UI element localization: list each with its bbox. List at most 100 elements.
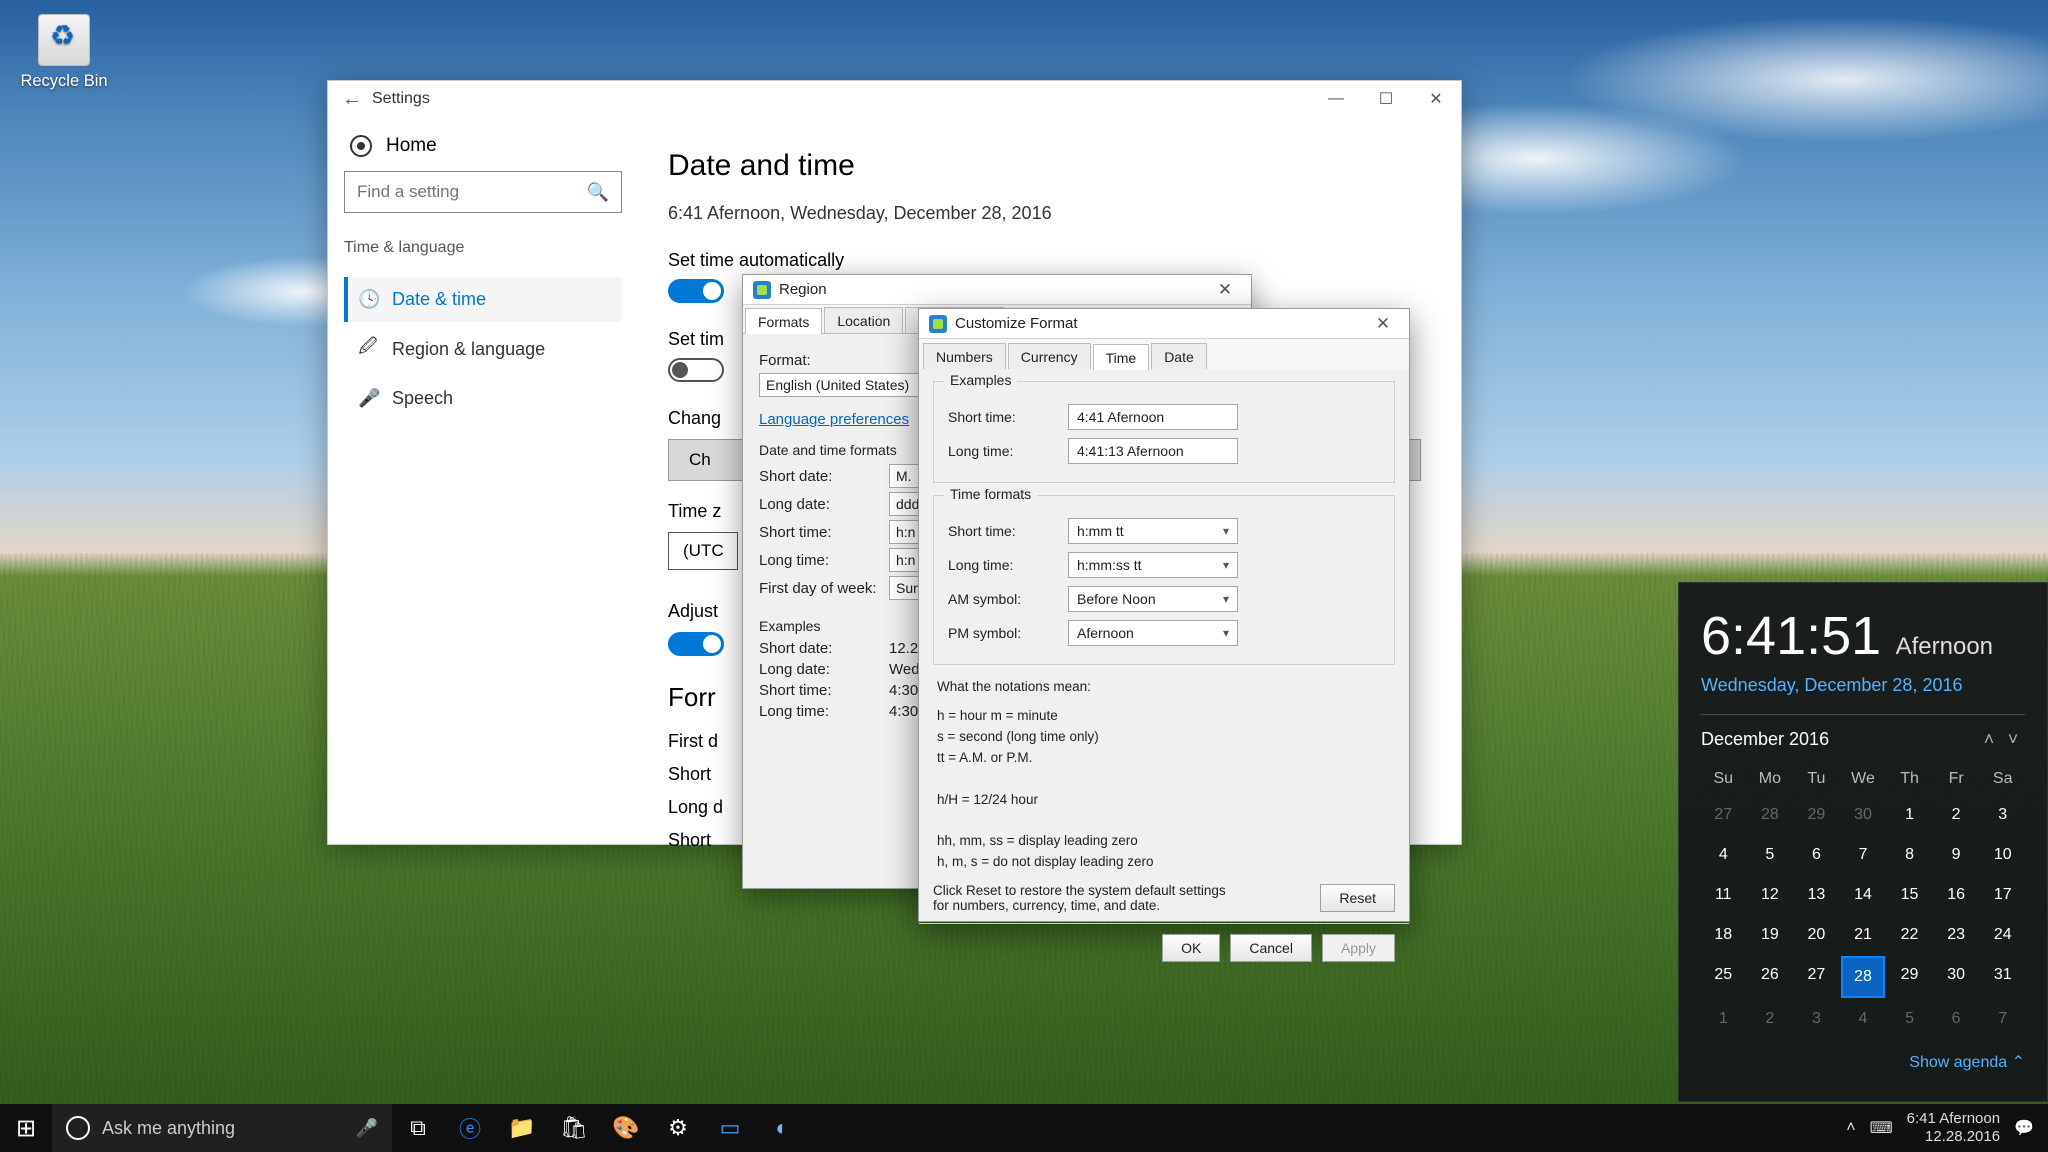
calendar-day[interactable]: 13 (1794, 876, 1839, 914)
calendar-day[interactable]: 30 (1841, 796, 1886, 834)
cortana-search[interactable]: Ask me anything 🎤 (52, 1104, 392, 1152)
start-button[interactable]: ⊞ (0, 1104, 52, 1152)
ok-button[interactable]: OK (1162, 934, 1220, 962)
chevron-up-icon[interactable]: ˄ (1977, 729, 2001, 750)
timeformats-fieldset: Time formats Short time:h:mm tt▾Long tim… (933, 495, 1395, 665)
calendar-day[interactable]: 26 (1748, 956, 1793, 998)
taskbar-clock[interactable]: 6:41 Afernoon 12.28.2016 (1907, 1110, 2000, 1146)
tab-currency[interactable]: Currency (1008, 343, 1091, 369)
calendar-day[interactable]: 3 (1794, 1000, 1839, 1038)
mic-icon[interactable]: 🎤 (356, 1118, 378, 1139)
apply-button[interactable]: Apply (1322, 934, 1395, 962)
calendar-day[interactable]: 3 (1980, 796, 2025, 834)
chevron-down-icon[interactable]: ˅ (2001, 729, 2025, 750)
app-icon[interactable]: ▭ (704, 1104, 756, 1152)
nav-date-time[interactable]: 🕓 Date & time (344, 277, 622, 322)
calendar-day[interactable]: 4 (1841, 1000, 1886, 1038)
calendar-day[interactable]: 14 (1841, 876, 1886, 914)
calendar-day[interactable]: 6 (1934, 1000, 1979, 1038)
format-combo[interactable]: h:mm:ss tt▾ (1068, 552, 1238, 578)
settings-titlebar[interactable]: ← Settings — ☐ ✕ (328, 81, 1461, 117)
calendar-day[interactable]: 10 (1980, 836, 2025, 874)
calendar-day[interactable]: 16 (1934, 876, 1979, 914)
minimize-button[interactable]: — (1311, 81, 1361, 117)
calendar-day[interactable]: 5 (1748, 836, 1793, 874)
system-tray[interactable]: ˄ ⌨ 6:41 Afernoon 12.28.2016 💬 (1832, 1110, 2048, 1146)
timezone-select[interactable]: (UTC (668, 532, 738, 570)
tab-formats[interactable]: Formats (745, 308, 822, 334)
calendar-day[interactable]: 12 (1748, 876, 1793, 914)
calendar-day[interactable]: 23 (1934, 916, 1979, 954)
task-view-button[interactable]: ⧉ (392, 1104, 444, 1152)
tab-date[interactable]: Date (1151, 343, 1207, 369)
calendar-day[interactable]: 15 (1887, 876, 1932, 914)
calendar-day[interactable]: 22 (1887, 916, 1932, 954)
calendar-day[interactable]: 1 (1701, 1000, 1746, 1038)
calendar-day[interactable]: 24 (1980, 916, 2025, 954)
maximize-button[interactable]: ☐ (1361, 81, 1411, 117)
settings-search[interactable]: 🔍 (344, 171, 622, 213)
calendar-day[interactable]: 19 (1748, 916, 1793, 954)
calendar-day[interactable]: 20 (1794, 916, 1839, 954)
tab-time[interactable]: Time (1093, 344, 1150, 370)
calendar-day[interactable]: 17 (1980, 876, 2025, 914)
format-combo[interactable]: Afernoon▾ (1068, 620, 1238, 646)
custom-titlebar[interactable]: Customize Format ✕ (919, 309, 1409, 339)
action-center-icon[interactable]: 💬 (2014, 1118, 2034, 1138)
region-titlebar[interactable]: Region ✕ (743, 275, 1251, 305)
calendar-day[interactable]: 2 (1934, 796, 1979, 834)
back-button[interactable]: ← (342, 88, 372, 111)
calendar-day[interactable]: 7 (1980, 1000, 2025, 1038)
edge-icon[interactable]: ⓔ (444, 1104, 496, 1152)
adjust-dst-toggle[interactable] (668, 632, 724, 656)
calendar-day[interactable]: 8 (1887, 836, 1932, 874)
recycle-bin-shortcut[interactable]: Recycle Bin (14, 14, 114, 91)
calendar-day[interactable]: 7 (1841, 836, 1886, 874)
app-icon[interactable]: ◐ (756, 1104, 808, 1152)
format-combo[interactable]: h:mm tt▾ (1068, 518, 1238, 544)
store-icon[interactable]: 🛍 (548, 1104, 600, 1152)
keyboard-icon[interactable]: ⌨ (1870, 1118, 1893, 1138)
language-preferences-link[interactable]: Language preferences (759, 411, 909, 428)
set-time-auto-toggle[interactable] (668, 279, 724, 303)
calendar-day[interactable]: 6 (1794, 836, 1839, 874)
home-row[interactable]: Home (344, 127, 622, 171)
calendar-day[interactable]: 11 (1701, 876, 1746, 914)
reset-button[interactable]: Reset (1320, 884, 1395, 912)
paint-icon[interactable]: 🎨 (600, 1104, 652, 1152)
tray-chevron-icon[interactable]: ˄ (1846, 1119, 1855, 1137)
flyout-month[interactable]: December 2016 (1701, 729, 1829, 750)
cancel-button[interactable]: Cancel (1230, 934, 1312, 962)
nav-region-language[interactable]: 🖉 Region & language (344, 322, 622, 376)
calendar-day[interactable]: 9 (1934, 836, 1979, 874)
calendar-day[interactable]: 25 (1701, 956, 1746, 998)
calendar-day[interactable]: 28 (1841, 956, 1886, 998)
calendar-day[interactable]: 21 (1841, 916, 1886, 954)
calendar-day[interactable]: 4 (1701, 836, 1746, 874)
flyout-date[interactable]: Wednesday, December 28, 2016 (1701, 675, 2025, 696)
calendar-day[interactable]: 30 (1934, 956, 1979, 998)
calendar-day[interactable]: 31 (1980, 956, 2025, 998)
calendar-day[interactable]: 5 (1887, 1000, 1932, 1038)
calendar-day[interactable]: 2 (1748, 1000, 1793, 1038)
show-agenda-link[interactable]: Show agenda ⌃ (1701, 1052, 2025, 1072)
calendar-day[interactable]: 29 (1794, 796, 1839, 834)
set-tz-auto-toggle[interactable] (668, 358, 724, 382)
calendar-day[interactable]: 29 (1887, 956, 1932, 998)
settings-icon[interactable]: ⚙ (652, 1104, 704, 1152)
calendar-day[interactable]: 28 (1748, 796, 1793, 834)
calendar-day[interactable]: 1 (1887, 796, 1932, 834)
tab-location[interactable]: Location (824, 307, 903, 333)
close-icon[interactable]: ✕ (1209, 280, 1241, 300)
format-combo[interactable]: Before Noon▾ (1068, 586, 1238, 612)
settings-title: Settings (372, 90, 430, 108)
nav-speech[interactable]: 🎤 Speech (344, 376, 622, 421)
calendar-day[interactable]: 27 (1794, 956, 1839, 998)
calendar-day[interactable]: 18 (1701, 916, 1746, 954)
close-button[interactable]: ✕ (1411, 81, 1461, 117)
tab-numbers[interactable]: Numbers (923, 343, 1006, 369)
file-explorer-icon[interactable]: 📁 (496, 1104, 548, 1152)
settings-search-input[interactable] (357, 182, 587, 202)
close-icon[interactable]: ✕ (1367, 314, 1399, 334)
calendar-day[interactable]: 27 (1701, 796, 1746, 834)
